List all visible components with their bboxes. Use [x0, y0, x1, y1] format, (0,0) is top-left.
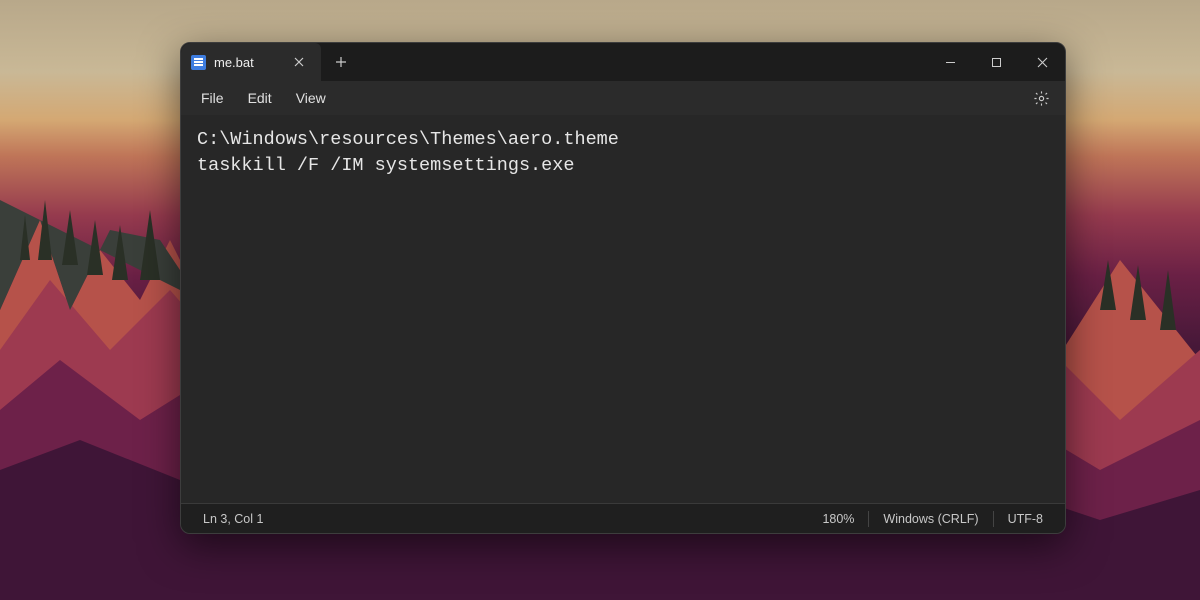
maximize-button[interactable] [973, 43, 1019, 81]
document-tab[interactable]: me.bat [181, 43, 321, 81]
zoom-level[interactable]: 180% [808, 504, 868, 533]
close-window-button[interactable] [1019, 43, 1065, 81]
titlebar[interactable]: me.bat [181, 43, 1065, 81]
document-icon [191, 55, 206, 70]
notepad-window: me.bat File Edit View [180, 42, 1066, 534]
window-controls [927, 43, 1065, 81]
minimize-button[interactable] [927, 43, 973, 81]
settings-button[interactable] [1025, 82, 1057, 114]
new-tab-button[interactable] [325, 46, 357, 78]
tab-title: me.bat [214, 55, 279, 70]
encoding[interactable]: UTF-8 [994, 504, 1057, 533]
statusbar: Ln 3, Col 1 180% Windows (CRLF) UTF-8 [181, 503, 1065, 533]
menu-view[interactable]: View [284, 86, 338, 110]
menu-edit[interactable]: Edit [236, 86, 284, 110]
line-ending[interactable]: Windows (CRLF) [869, 504, 992, 533]
menu-file[interactable]: File [189, 86, 236, 110]
text-editor[interactable]: C:\Windows\resources\Themes\aero.theme t… [181, 115, 1065, 503]
close-tab-button[interactable] [287, 50, 311, 74]
cursor-position[interactable]: Ln 3, Col 1 [189, 504, 277, 533]
menubar: File Edit View [181, 81, 1065, 115]
